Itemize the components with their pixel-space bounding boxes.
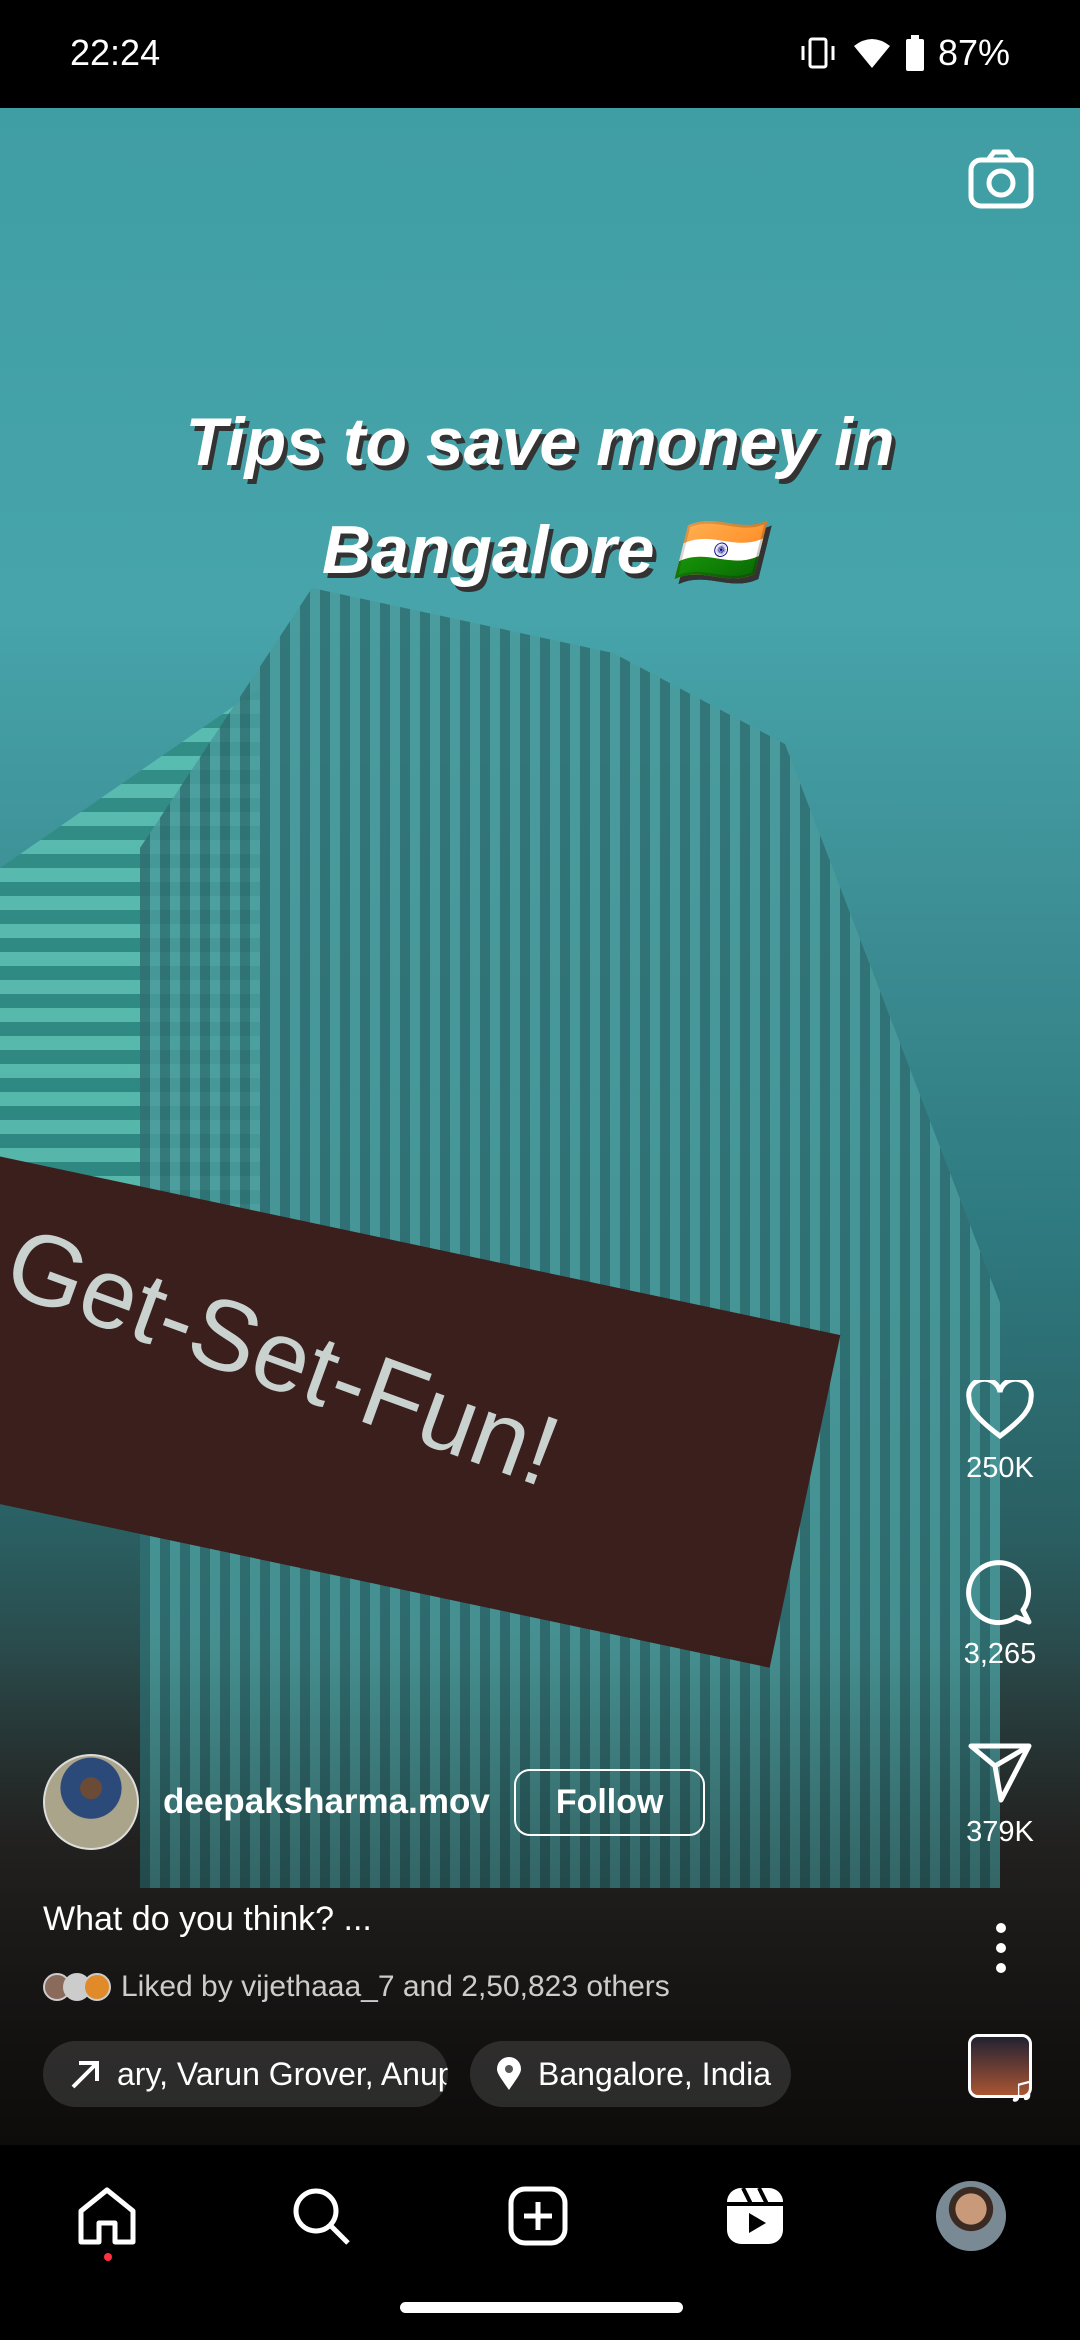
send-icon <box>968 1743 1032 1803</box>
create-plus-icon <box>508 2186 568 2246</box>
nav-profile[interactable] <box>936 2181 1006 2251</box>
liked-by[interactable]: Liked by vijethaaa_7 and 2,50,823 others <box>43 1970 670 2004</box>
overlay-title: Tips to save money in Bangalore 🇮🇳 <box>0 388 1080 604</box>
comment-count: 3,265 <box>963 1638 1037 1670</box>
comment-button[interactable]: 3,265 <box>940 1560 1060 1671</box>
collaborators-text: ary, Varun Grover, Anup <box>117 2055 448 2092</box>
author-username[interactable]: deepaksharma.mov <box>163 1782 490 1822</box>
home-icon <box>78 2187 136 2245</box>
author-avatar[interactable] <box>43 1754 139 1850</box>
nav-reels[interactable] <box>720 2181 790 2251</box>
author-row: deepaksharma.mov Follow <box>43 1754 706 1850</box>
notification-dot <box>104 2253 112 2261</box>
share-button[interactable]: 379K <box>940 1742 1060 1849</box>
location-text: Bangalore, India <box>538 2055 772 2092</box>
liker-avatars <box>43 1973 111 2001</box>
share-count: 379K <box>966 1816 1034 1848</box>
nav-home[interactable] <box>72 2181 142 2251</box>
status-bar: 22:24 87% <box>0 0 1080 108</box>
wifi-icon <box>853 39 890 68</box>
camera-icon[interactable] <box>968 148 1034 210</box>
location-pill[interactable]: Bangalore, India <box>470 2041 791 2107</box>
overlay-title-line: Bangalore 🇮🇳 <box>321 512 759 588</box>
liked-by-text: Liked by vijethaaa_7 and 2,50,823 others <box>121 1970 670 2003</box>
follow-button[interactable]: Follow <box>513 1768 706 1836</box>
arrow-up-right-icon <box>71 2061 99 2089</box>
location-pin-icon <box>497 2057 521 2090</box>
reels-icon <box>727 2187 783 2244</box>
heart-icon <box>966 1380 1034 1440</box>
home-indicator[interactable] <box>400 2302 683 2313</box>
profile-avatar <box>936 2181 1006 2251</box>
more-options-icon[interactable] <box>992 1922 1010 1974</box>
nav-create[interactable] <box>503 2181 573 2251</box>
like-button[interactable]: 250K <box>940 1380 1060 1485</box>
music-note-icon: ♫ <box>1008 2068 1035 2109</box>
nav-search[interactable] <box>286 2181 356 2251</box>
clock: 22:24 <box>70 32 161 73</box>
battery-icon <box>905 35 924 71</box>
overlay-title-line: Tips to save money in <box>185 404 895 480</box>
vibrate-icon <box>801 37 835 69</box>
like-count: 250K <box>966 1452 1034 1484</box>
comment-icon <box>966 1560 1032 1626</box>
collaborators-pill[interactable]: ary, Varun Grover, Anup <box>43 2041 448 2107</box>
caption[interactable]: What do you think? ... <box>43 1900 372 1939</box>
search-icon <box>293 2188 350 2245</box>
battery-percent: 87% <box>937 32 1010 73</box>
